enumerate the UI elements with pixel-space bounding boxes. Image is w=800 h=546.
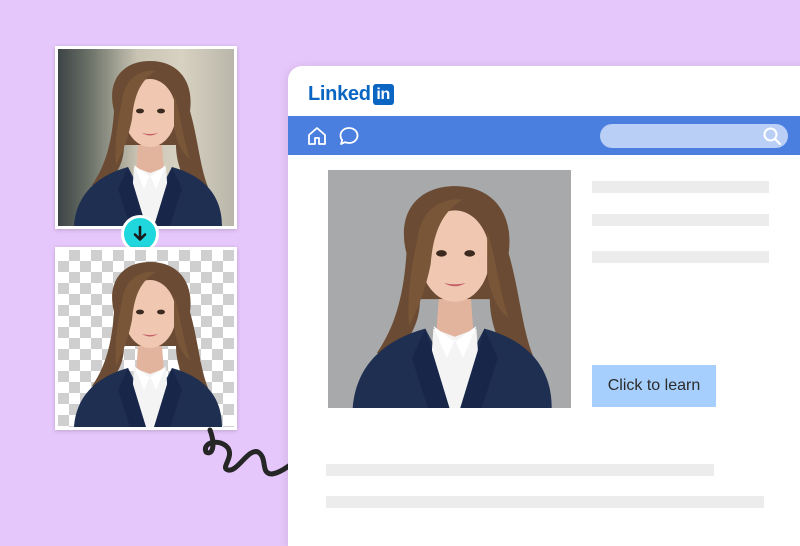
portrait-gray-background — [328, 170, 571, 408]
search-icon[interactable] — [762, 126, 782, 146]
placeholder-line — [326, 464, 714, 476]
transparent-background — [58, 250, 234, 427]
home-icon[interactable] — [306, 125, 328, 147]
placeholder-line — [592, 214, 769, 226]
portrait-original — [58, 49, 234, 226]
cutout-photo-card — [55, 247, 237, 430]
logo-text: Linked — [308, 82, 371, 105]
click-to-learn-button[interactable]: Click to learn — [592, 365, 716, 407]
profile-photo — [328, 170, 571, 408]
search-bar[interactable] — [600, 124, 788, 148]
linkedin-window: Linked in Click to learn — [288, 66, 800, 546]
portrait-background-removed — [58, 250, 234, 427]
placeholder-line — [592, 251, 769, 263]
placeholder-line — [592, 181, 769, 193]
navbar — [288, 116, 800, 155]
linkedin-logo[interactable]: Linked in — [308, 83, 394, 105]
original-photo — [58, 49, 234, 226]
placeholder-line — [326, 496, 764, 508]
original-photo-card — [55, 46, 237, 229]
chat-icon[interactable] — [338, 125, 360, 147]
logo-badge: in — [372, 83, 394, 105]
